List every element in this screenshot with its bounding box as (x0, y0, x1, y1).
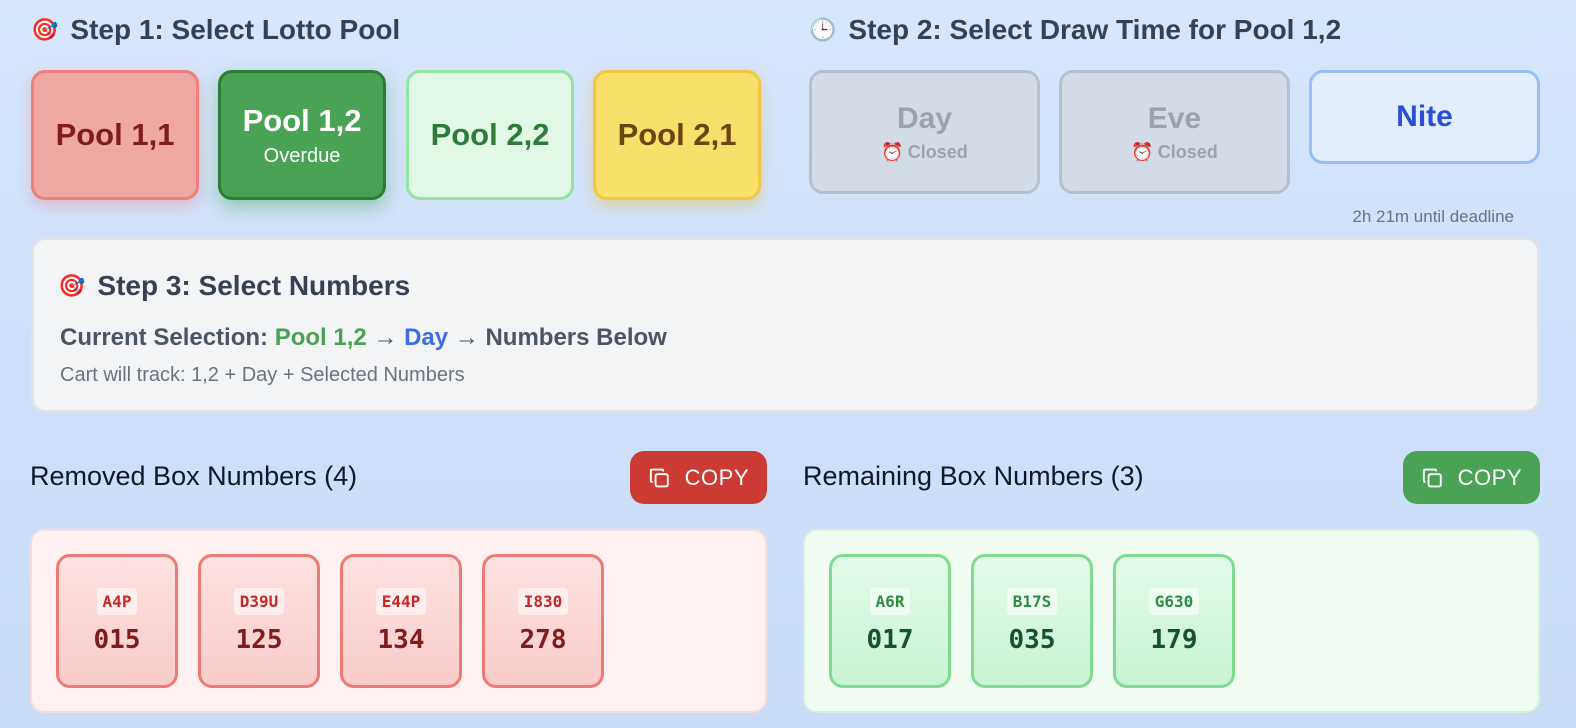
box-number: 179 (1150, 624, 1198, 655)
remaining-box-number[interactable]: B17S 035 (971, 554, 1093, 688)
step3-panel: 🎯 Step 3: Select Numbers Current Selecti… (31, 237, 1540, 413)
draw-time-name: Day (896, 101, 953, 135)
box-code: E44P (375, 587, 427, 615)
clock-icon: 🕒 (809, 17, 837, 42)
remaining-box-number[interactable]: G630 179 (1113, 554, 1235, 688)
box-number: 035 (1008, 624, 1056, 655)
arrow-right-icon: → (373, 324, 398, 351)
remaining-box-list: A6R 017 B17S 035 G630 179 (829, 554, 1235, 688)
pool-button-2-2[interactable]: Pool 2,2 (406, 70, 574, 200)
draw-time-status: ⏰ Closed (881, 142, 967, 163)
copy-icon (1422, 468, 1442, 487)
copy-icon (649, 468, 669, 487)
current-selection-pool: Pool 1,2 (274, 324, 367, 351)
draw-time-eve-button[interactable]: Eve ⏰ Closed (1059, 70, 1290, 194)
draw-time-nite-button[interactable]: Nite (1309, 70, 1540, 164)
box-number: 015 (93, 624, 141, 655)
removed-box-panel: A4P 015 D39U 125 E44P 134 I830 278 (30, 529, 767, 713)
remaining-box-number[interactable]: A6R 017 (829, 554, 951, 688)
remaining-box-numbers-title: Remaining Box Numbers (3) (803, 461, 1144, 491)
box-code: I830 (517, 587, 569, 615)
copy-removed-button[interactable]: COPY (630, 451, 767, 504)
draw-time-name: Nite (1396, 100, 1453, 133)
current-selection-time: Day (404, 324, 449, 351)
step2-title-text: Step 2: Select Draw Time for Pool 1,2 (848, 14, 1342, 45)
draw-time-day-button[interactable]: Day ⏰ Closed (809, 70, 1040, 194)
step2-title: 🕒 Step 2: Select Draw Time for Pool 1,2 (809, 14, 1341, 46)
box-code: G630 (1148, 587, 1200, 615)
box-number: 134 (377, 624, 425, 655)
pool-name: Pool 1,1 (55, 117, 175, 152)
pool-name: Pool 1,2 (242, 102, 362, 138)
box-code: A6R (869, 587, 911, 615)
step1-title-text: Step 1: Select Lotto Pool (70, 14, 401, 45)
remaining-box-panel: A6R 017 B17S 035 G630 179 (803, 529, 1540, 713)
removed-box-number[interactable]: D39U 125 (198, 554, 320, 688)
current-selection: Current Selection: Pool 1,2 → Day → Numb… (60, 324, 667, 352)
box-number: 017 (866, 624, 914, 655)
pool-name: Pool 2,1 (617, 117, 737, 152)
target-icon: 🎯 (31, 17, 59, 42)
step3-title-text: Step 3: Select Numbers (97, 270, 411, 301)
step3-title: 🎯 Step 3: Select Numbers (58, 270, 410, 302)
removed-box-number[interactable]: A4P 015 (56, 554, 178, 688)
pool-button-1-2[interactable]: Pool 1,2 Overdue (218, 70, 386, 200)
draw-time-status-text: Closed (907, 141, 968, 162)
pool-name: Pool 2,2 (430, 117, 550, 152)
copy-remaining-button[interactable]: COPY (1403, 451, 1540, 504)
current-selection-rest: Numbers Below (485, 324, 667, 351)
alarm-clock-icon: ⏰ (1131, 141, 1154, 162)
removed-box-numbers-title: Removed Box Numbers (4) (30, 461, 358, 491)
copy-label: COPY (684, 464, 749, 490)
pool-button-2-1[interactable]: Pool 2,1 (593, 70, 761, 200)
step1-title: 🎯 Step 1: Select Lotto Pool (31, 14, 400, 46)
alarm-clock-icon: ⏰ (881, 141, 904, 162)
target-icon: 🎯 (58, 273, 86, 298)
draw-time-name: Eve (1147, 101, 1202, 135)
box-code: A4P (96, 587, 138, 615)
draw-time-status: ⏰ Closed (1131, 142, 1217, 163)
draw-time-status-text: Closed (1157, 141, 1218, 162)
box-code: B17S (1006, 587, 1058, 615)
deadline-countdown: 2h 21m until deadline (1352, 207, 1514, 226)
pool-status: Overdue (263, 144, 341, 167)
removed-box-number[interactable]: E44P 134 (340, 554, 462, 688)
current-selection-label: Current Selection: (60, 324, 269, 351)
box-number: 125 (235, 624, 283, 655)
cart-track-text: Cart will track: 1,2 + Day + Selected Nu… (60, 364, 465, 386)
box-code: D39U (233, 587, 285, 615)
arrow-right-icon: → (454, 324, 479, 351)
removed-box-list: A4P 015 D39U 125 E44P 134 I830 278 (56, 554, 604, 688)
removed-box-number[interactable]: I830 278 (482, 554, 604, 688)
copy-label: COPY (1457, 464, 1522, 490)
box-number: 278 (519, 624, 567, 655)
pool-button-1-1[interactable]: Pool 1,1 (31, 70, 199, 200)
